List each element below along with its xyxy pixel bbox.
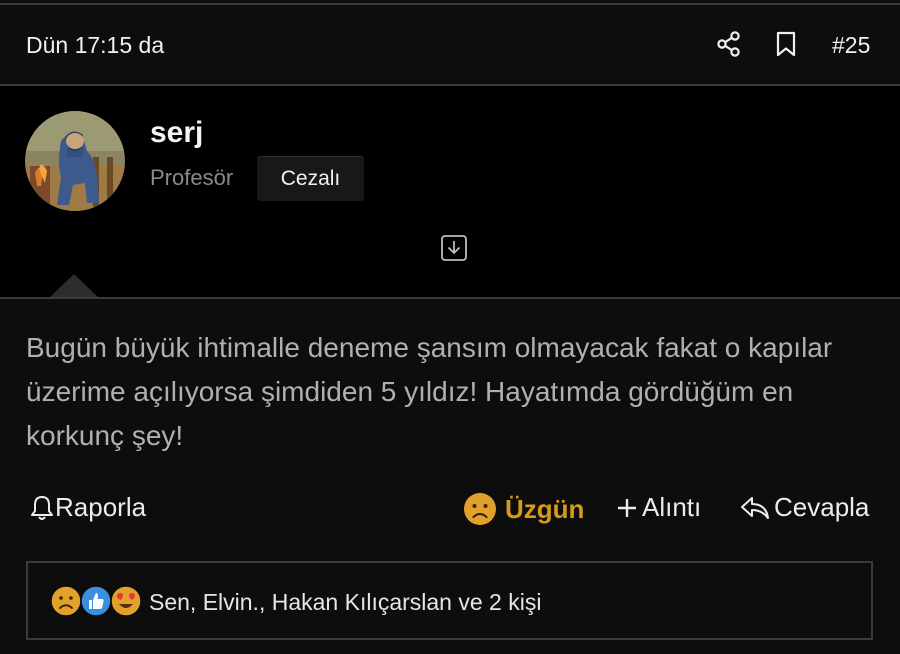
bell-icon: [31, 495, 53, 520]
user-title: Profesör: [150, 165, 234, 190]
post-date: Dün 17:15 da: [26, 32, 165, 58]
content-divider: [0, 297, 900, 299]
post-header: Dün 17:15 da #25: [0, 5, 900, 83]
content-pointer: [50, 274, 98, 297]
share-icon[interactable]: [714, 29, 744, 59]
post-actions: Raporla Üzgün Alıntı Cevapla: [0, 482, 900, 532]
reply-label: Cevapla: [774, 492, 870, 522]
expand-down-icon[interactable]: [440, 234, 468, 262]
thumbs-up-icon: [80, 585, 112, 617]
quote-button[interactable]: Alıntı: [616, 492, 701, 523]
reactions-summary-text: Sen, Elvin., Hakan Kılıçarslan ve 2 kişi: [149, 589, 542, 615]
bookmark-icon[interactable]: [771, 29, 801, 59]
post-card: Dün 17:15 da #25 serj Profesör Cezalı Bu…: [0, 0, 900, 654]
reply-icon: [741, 496, 769, 519]
post-number-link[interactable]: #25: [832, 32, 870, 59]
reaction-icons: [50, 585, 146, 619]
post-body-text: Bugün büyük ihtimalle deneme şansım olma…: [26, 332, 833, 451]
reply-button[interactable]: Cevapla: [740, 492, 869, 523]
heart-eyes-icon: [110, 585, 142, 617]
user-avatar[interactable]: [25, 111, 125, 211]
username[interactable]: serj: [150, 116, 203, 150]
user-badge: Cezalı: [257, 156, 364, 201]
user-block: serj Profesör Cezalı: [0, 86, 900, 297]
reaction-label: Üzgün: [505, 493, 585, 524]
reactions-summary[interactable]: Sen, Elvin., Hakan Kılıçarslan ve 2 kişi: [26, 561, 873, 640]
plus-icon: [618, 498, 636, 517]
sad-face-icon: [464, 493, 496, 525]
reaction-button[interactable]: Üzgün: [463, 492, 584, 526]
quote-label: Alıntı: [642, 492, 702, 522]
report-label: Raporla: [55, 492, 147, 522]
sad-face-icon: [50, 585, 82, 617]
report-button[interactable]: Raporla: [29, 492, 146, 523]
